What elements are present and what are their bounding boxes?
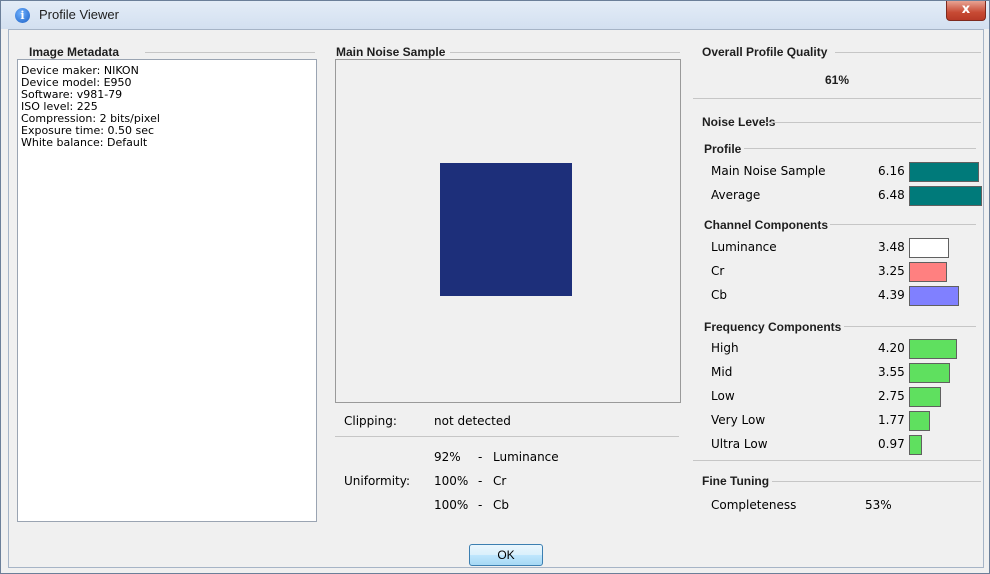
noise-sample-title: Main Noise Sample — [336, 45, 446, 59]
metadata-title-rule — [145, 52, 315, 53]
noise-level-bar — [909, 262, 947, 282]
noise-levels-bottom-rule — [693, 460, 981, 461]
noise-row-value: 4.39 — [878, 288, 905, 302]
metadata-line: White balance: Default — [21, 136, 148, 149]
channel-group-title: Channel Components — [704, 218, 829, 232]
uniformity-pct-cr: 100% — [434, 474, 469, 488]
clipping-label: Clipping: — [344, 414, 397, 428]
fine-tuning-title-rule — [772, 481, 981, 482]
metadata-list[interactable]: Device maker: NIKON Device model: E950 Sof… — [17, 59, 317, 522]
noise-sample-image — [440, 163, 572, 296]
noise-row-value: 6.16 — [878, 164, 905, 178]
channel-group-rule — [830, 224, 976, 225]
noise-row-label: High — [711, 341, 739, 355]
noise-row-value: 4.20 — [878, 341, 905, 355]
frequency-group-rule — [844, 326, 976, 327]
uniformity-name-luminance: Luminance — [493, 450, 559, 464]
metadata-title: Image Metadata — [29, 45, 120, 59]
noise-row-label: Low — [711, 389, 735, 403]
ok-button[interactable]: OK — [469, 544, 543, 566]
clipping-divider — [335, 436, 679, 437]
noise-level-bar — [909, 435, 922, 455]
noise-level-bar — [909, 186, 982, 206]
noise-row-label: Very Low — [711, 413, 766, 427]
uniformity-dash: - — [478, 474, 483, 488]
noise-level-bar — [909, 339, 957, 359]
noise-row-label: Main Noise Sample — [711, 164, 826, 178]
noise-row-value: 2.75 — [878, 389, 905, 403]
noise-row-label: Average — [711, 188, 761, 202]
frequency-group-title: Frequency Components — [704, 320, 842, 334]
noise-level-bar — [909, 162, 979, 182]
clipping-value: not detected — [434, 414, 511, 428]
window-title: Profile Viewer — [39, 7, 119, 22]
uniformity-dash: - — [478, 450, 483, 464]
completeness-label: Completeness — [711, 498, 797, 512]
noise-row-value: 3.48 — [878, 240, 905, 254]
noise-row-value: 3.25 — [878, 264, 905, 278]
close-button[interactable]: x — [946, 1, 986, 21]
noise-row-label: Cb — [711, 288, 727, 302]
noise-row-label: Cr — [711, 264, 725, 278]
noise-sample-title-rule — [450, 52, 680, 53]
noise-row-value: 0.97 — [878, 437, 905, 451]
noise-row-label: Ultra Low — [711, 437, 768, 451]
noise-level-bar — [909, 286, 959, 306]
uniformity-dash: - — [478, 498, 483, 512]
uniformity-pct-cb: 100% — [434, 498, 469, 512]
info-icon: i — [15, 8, 30, 23]
noise-row-value: 6.48 — [878, 188, 905, 202]
noise-row-label: Luminance — [711, 240, 777, 254]
quality-title-rule — [835, 52, 981, 53]
uniformity-label: Uniformity: — [344, 474, 411, 488]
noise-level-bar — [909, 363, 950, 383]
uniformity-name-cb: Cb — [493, 498, 509, 512]
fine-tuning-title: Fine Tuning — [702, 474, 770, 488]
quality-bottom-rule — [693, 98, 981, 99]
quality-title: Overall Profile Quality — [702, 45, 828, 59]
noise-row-value: 3.55 — [878, 365, 905, 379]
noise-level-bar — [909, 238, 949, 258]
profile-group-rule — [744, 148, 976, 149]
completeness-value: 53% — [865, 498, 892, 512]
noise-row-value: 1.77 — [878, 413, 905, 427]
quality-value: 61% — [825, 73, 850, 87]
uniformity-name-cr: Cr — [493, 474, 507, 488]
noise-levels-title-rule — [765, 122, 981, 123]
profile-group-title: Profile — [704, 142, 742, 156]
noise-level-bar — [909, 387, 941, 407]
title-bar[interactable]: i Profile Viewer x — [1, 1, 989, 29]
noise-row-label: Mid — [711, 365, 733, 379]
uniformity-pct-luminance: 92% — [434, 450, 461, 464]
noise-level-bar — [909, 411, 930, 431]
